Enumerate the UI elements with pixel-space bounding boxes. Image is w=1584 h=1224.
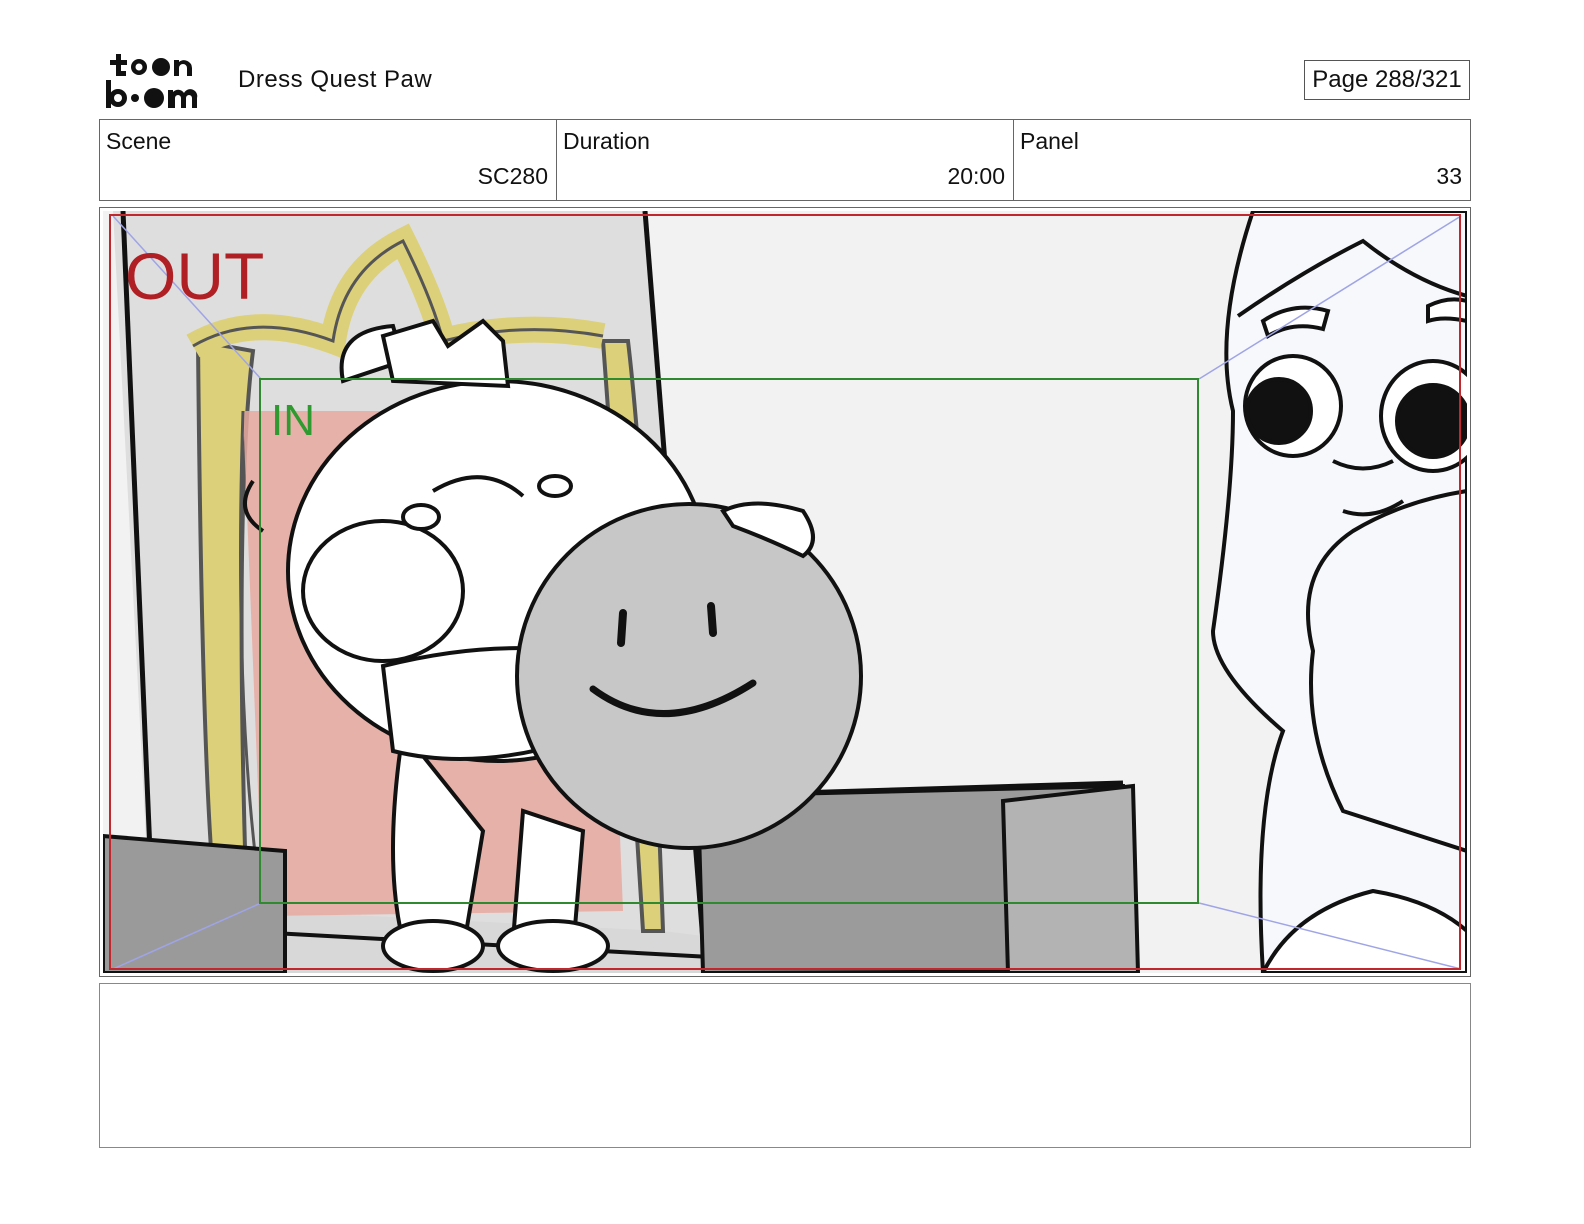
smiley-ball <box>515 501 863 850</box>
scene-value: SC280 <box>477 163 548 189</box>
duration-value: 20:00 <box>947 163 1005 189</box>
panel-value: 33 <box>1436 163 1462 189</box>
storyboard-panel: OUT IN <box>99 207 1471 977</box>
out-label: OUT <box>125 239 264 313</box>
project-title: Dress Quest Paw <box>238 66 433 93</box>
panel-info-row: Scene SC280 Duration 20:00 Panel 33 <box>99 119 1471 201</box>
logo-text-bottom: boom <box>104 52 107 53</box>
duration-label: Duration <box>563 128 650 154</box>
scene-cell: Scene SC280 <box>100 120 557 200</box>
logo-text-top: toon <box>104 52 106 53</box>
page-indicator: Page 288/321 <box>1304 60 1470 100</box>
toonboom-logo: toon boom <box>104 52 198 108</box>
duration-cell: Duration 20:00 <box>557 120 1014 200</box>
panel-label: Panel <box>1020 128 1079 154</box>
scene-label: Scene <box>106 128 172 154</box>
in-label: IN <box>271 396 315 445</box>
storyboard-drawing: OUT IN <box>103 211 1467 973</box>
panel-cell: Panel 33 <box>1014 120 1470 200</box>
panel-notes-box[interactable] <box>99 983 1471 1148</box>
